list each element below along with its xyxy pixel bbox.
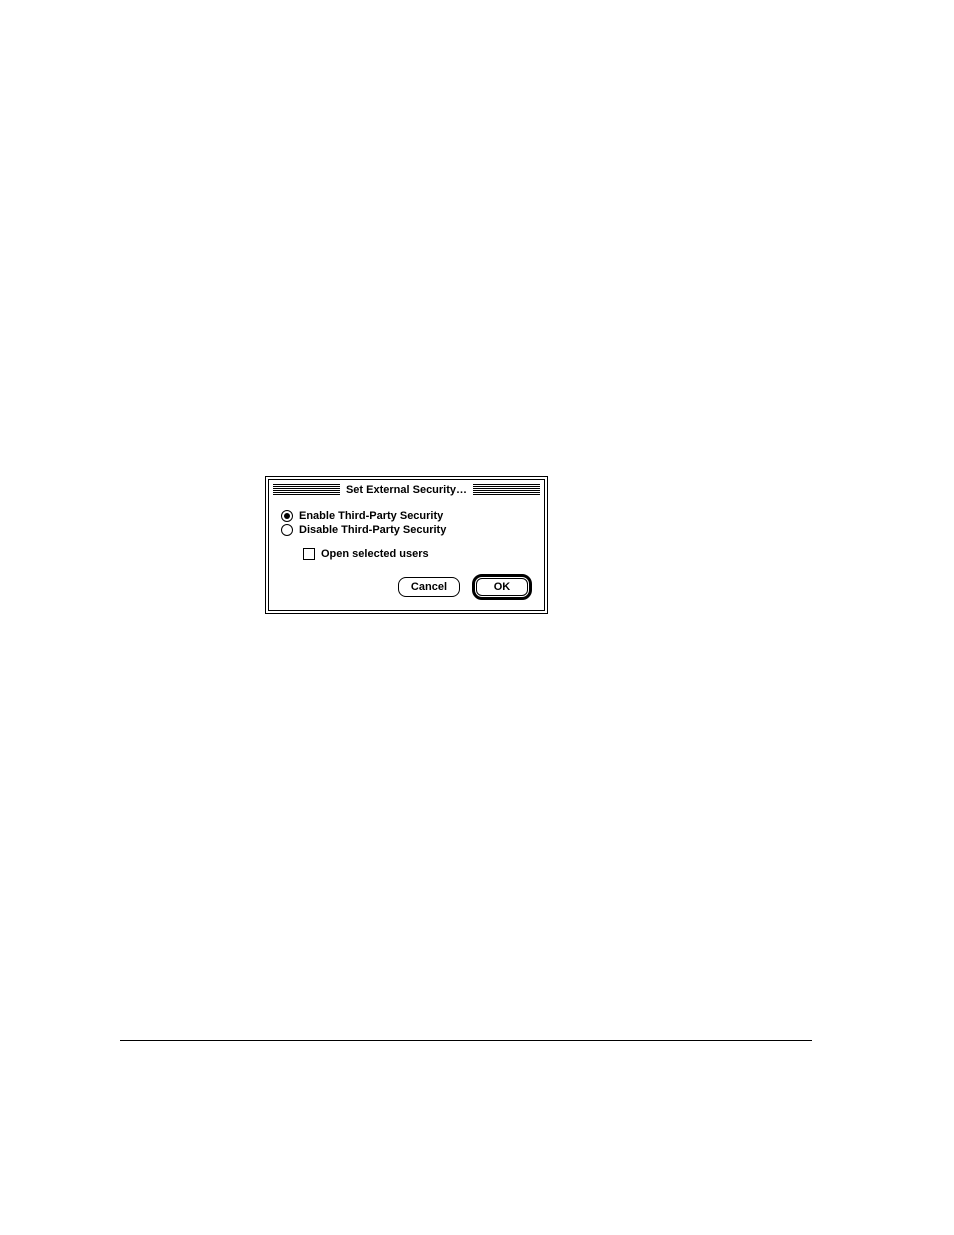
- enable-security-radio[interactable]: Enable Third-Party Security: [281, 510, 532, 522]
- disable-security-radio[interactable]: Disable Third-Party Security: [281, 524, 532, 536]
- open-selected-users-label: Open selected users: [321, 548, 429, 560]
- disable-security-label: Disable Third-Party Security: [299, 524, 446, 536]
- titlebar-lines-right-icon: [473, 484, 540, 496]
- dialog-body: Enable Third-Party Security Disable Thir…: [269, 500, 544, 610]
- dialog-inner-frame: Set External Security… Enable Third-Part…: [268, 479, 545, 611]
- checkbox-unchecked-icon: [303, 548, 315, 560]
- enable-security-label: Enable Third-Party Security: [299, 510, 443, 522]
- default-button-ring: OK: [472, 574, 532, 600]
- page-footer-rule: [120, 1040, 812, 1041]
- radio-checked-icon: [281, 510, 293, 522]
- dialog-titlebar[interactable]: Set External Security…: [269, 480, 544, 500]
- titlebar-lines-left-icon: [273, 484, 340, 496]
- security-radio-group: Enable Third-Party Security Disable Thir…: [281, 510, 532, 536]
- cancel-button[interactable]: Cancel: [398, 577, 460, 597]
- ok-button[interactable]: OK: [476, 578, 528, 596]
- radio-unchecked-icon: [281, 524, 293, 536]
- dialog-button-row: Cancel OK: [281, 574, 532, 600]
- external-security-dialog: Set External Security… Enable Third-Part…: [265, 476, 548, 614]
- open-selected-users-checkbox[interactable]: Open selected users: [303, 548, 532, 560]
- dialog-title: Set External Security…: [346, 484, 467, 496]
